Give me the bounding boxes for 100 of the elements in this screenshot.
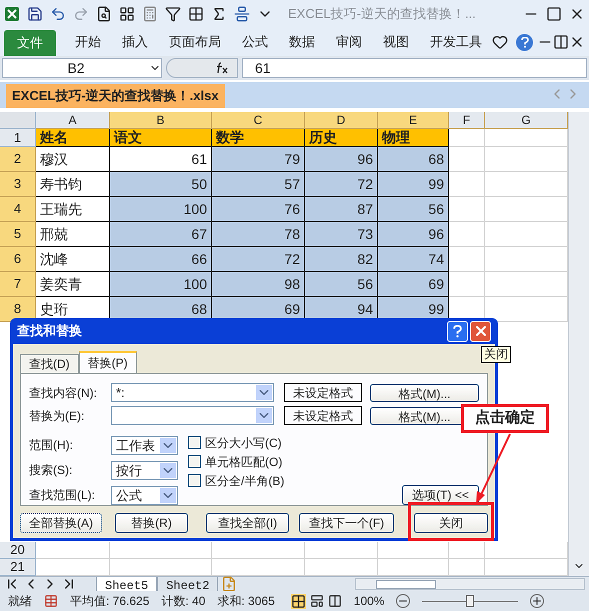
dialog-button[interactable]: 关闭 xyxy=(414,513,488,533)
table-cell: 物理 xyxy=(378,129,449,147)
align-icon[interactable] xyxy=(234,6,250,22)
row-header[interactable]: 2 xyxy=(0,147,36,172)
format-status: 未设定格式 xyxy=(284,383,362,402)
dropdown-field[interactable] xyxy=(111,406,274,425)
ribbon-collapse-icon[interactable] xyxy=(492,34,508,50)
restore-icon[interactable] xyxy=(553,34,569,50)
column-header[interactable]: G xyxy=(485,112,568,129)
row-header[interactable]: 5 xyxy=(0,222,36,247)
undo-icon[interactable] xyxy=(50,6,66,22)
workbook-tab[interactable]: EXCEL技巧-逆天的查找替换！.xlsx xyxy=(6,84,225,108)
row-header[interactable]: 6 xyxy=(0,247,36,272)
table-cell: 67 xyxy=(110,222,212,247)
dropdown-field[interactable]: 工作表 xyxy=(111,436,178,454)
table-cell: 69 xyxy=(378,272,449,297)
macro-record-icon[interactable] xyxy=(44,594,58,608)
print-preview-icon[interactable] xyxy=(96,6,112,22)
calculator-icon[interactable] xyxy=(142,6,158,22)
table-cell: 72 xyxy=(305,172,378,197)
zoom-slider-thumb[interactable] xyxy=(466,595,474,607)
ribbon-tab[interactable]: 数据 xyxy=(289,32,315,52)
table-cell: 96 xyxy=(378,222,449,247)
row-header[interactable]: 3 xyxy=(0,172,36,197)
checkbox-option[interactable]: 区分大小写(C) xyxy=(188,435,284,450)
formula-input[interactable]: 61 xyxy=(242,58,587,78)
horizontal-scrollbar[interactable] xyxy=(355,578,585,590)
ribbon-tab[interactable]: 开始 xyxy=(75,32,101,52)
table-cell: 72 xyxy=(212,247,305,272)
table-cell xyxy=(449,129,485,147)
function-icon[interactable] xyxy=(215,62,229,74)
ribbon-tab[interactable]: 开发工具 xyxy=(430,32,482,52)
sheet-tab[interactable]: Sheet5 xyxy=(96,577,158,591)
dropdown-field[interactable]: 按行 xyxy=(111,460,178,480)
row-header[interactable]: 4 xyxy=(0,197,36,222)
dialog-title: 查找和替换 xyxy=(17,322,83,340)
column-header[interactable]: D xyxy=(305,112,378,129)
name-box[interactable]: B2 xyxy=(2,58,162,78)
table-cell: 56 xyxy=(378,197,449,222)
table-cell: 73 xyxy=(305,222,378,247)
column-header[interactable]: E xyxy=(378,112,449,129)
file-tab[interactable]: 文件 xyxy=(4,30,56,56)
borders-icon[interactable] xyxy=(188,6,204,22)
row-header[interactable]: 20 xyxy=(0,542,36,559)
row-header[interactable]: 7 xyxy=(0,272,36,297)
row-header[interactable]: 8 xyxy=(0,297,36,322)
page-break-view-icon[interactable] xyxy=(328,594,342,608)
table-cell: 78 xyxy=(212,222,305,247)
ribbon-tab[interactable]: 页面布局 xyxy=(169,32,221,52)
dialog-button[interactable]: 全部替换(A) xyxy=(20,513,102,533)
table-cell: 100 xyxy=(110,197,212,222)
field-label: 替换为(E): xyxy=(29,408,86,424)
dropdown-field[interactable]: 公式 xyxy=(111,486,178,504)
sheet-tab[interactable]: Sheet2 xyxy=(157,577,218,591)
table-cell: 79 xyxy=(212,147,305,172)
column-header[interactable]: B xyxy=(110,112,212,129)
page-layout-view-icon[interactable] xyxy=(310,594,324,608)
dropdown-field[interactable]: *: xyxy=(111,383,274,402)
checkbox-option[interactable]: 单元格匹配(O) xyxy=(188,454,284,469)
row-header[interactable]: 21 xyxy=(0,559,36,576)
column-header[interactable]: C xyxy=(212,112,305,129)
filter-icon[interactable] xyxy=(165,6,181,22)
status-text: 就绪 xyxy=(8,593,32,610)
table-cell: 寿书钧 xyxy=(36,172,110,197)
table-cell: 66 xyxy=(110,247,212,272)
dialog-button[interactable]: 查找下一个(F) xyxy=(299,513,394,533)
layout-icon[interactable] xyxy=(119,6,135,22)
checkbox-option[interactable]: 区分全/半角(B) xyxy=(188,473,284,488)
zoom-slider[interactable] xyxy=(422,595,518,607)
help-icon[interactable] xyxy=(447,320,468,342)
ribbon-tab[interactable]: 视图 xyxy=(383,32,409,52)
format-button[interactable]: 格式(M)... xyxy=(370,384,479,402)
row-header[interactable]: 1 xyxy=(0,129,36,147)
table-cell: 96 xyxy=(305,147,378,172)
ribbon-tab[interactable]: 插入 xyxy=(122,32,148,52)
ribbon-tab[interactable]: 审阅 xyxy=(336,32,362,52)
column-header[interactable]: A xyxy=(36,112,110,129)
table-cell: 数学 xyxy=(212,129,305,147)
vertical-scrollbar[interactable] xyxy=(568,112,589,576)
zoom-in-icon[interactable] xyxy=(530,594,544,608)
zoom-out-icon[interactable] xyxy=(396,594,410,608)
table-cell: 74 xyxy=(378,247,449,272)
dialog-tab[interactable]: 替换(P) xyxy=(78,351,137,373)
column-header[interactable]: F xyxy=(449,112,485,129)
checkbox[interactable] xyxy=(188,436,201,449)
save-icon[interactable] xyxy=(27,6,43,22)
maximize-icon[interactable] xyxy=(546,6,562,22)
dialog-button[interactable]: 查找全部(I) xyxy=(206,513,289,533)
option-label: 查找范围(L): xyxy=(29,487,96,504)
help-icon[interactable] xyxy=(516,34,533,50)
normal-view-icon[interactable] xyxy=(290,594,306,608)
dialog-tab[interactable]: 查找(D) xyxy=(20,354,79,373)
table-cell: 87 xyxy=(305,197,378,222)
checkbox[interactable] xyxy=(188,474,201,487)
zoom-level[interactable]: 100% xyxy=(354,592,384,610)
close-icon[interactable] xyxy=(470,320,491,342)
dialog-button[interactable]: 替换(R) xyxy=(115,513,188,533)
table-cell: 98 xyxy=(212,272,305,297)
checkbox[interactable] xyxy=(188,455,201,468)
ribbon-tab[interactable]: 公式 xyxy=(242,32,268,52)
